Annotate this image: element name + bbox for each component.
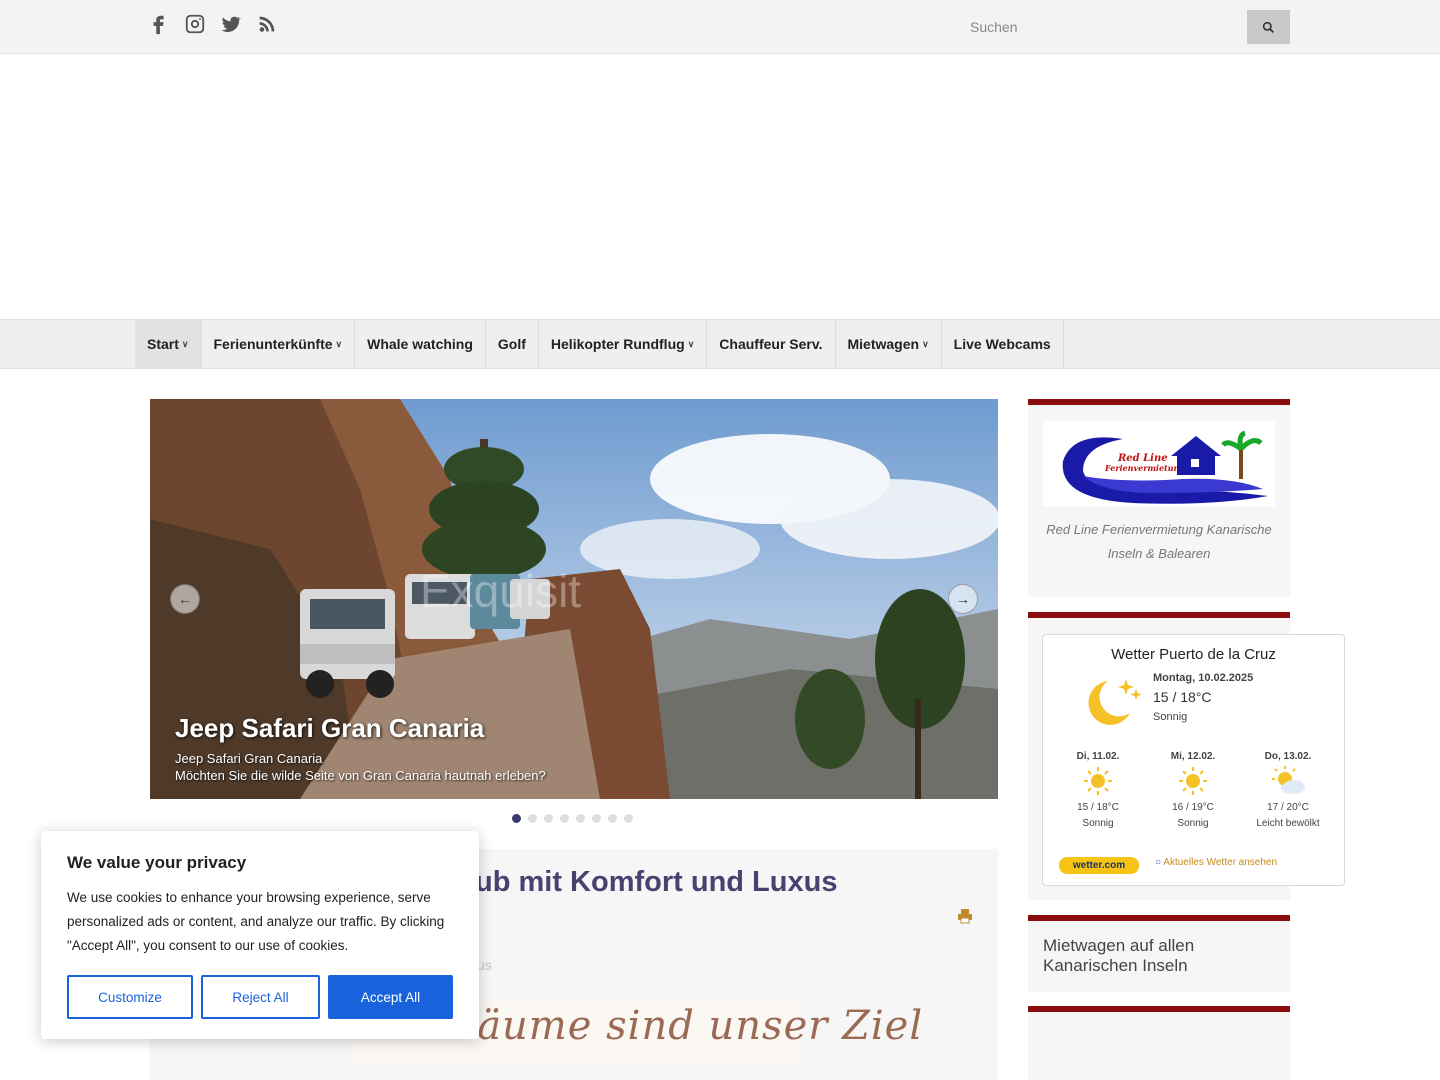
customize-button[interactable]: Customize (67, 975, 193, 1019)
nav-item-start[interactable]: Start ∨ (135, 320, 202, 368)
slide-caption-line2: Möchten Sie die wilde Seite von Gran Can… (175, 768, 546, 783)
forecast-temp: 16 / 19°C (1172, 802, 1214, 813)
nav-item-golf[interactable]: Golf (486, 320, 539, 368)
nav-item-label: Ferienunterkünfte (213, 336, 333, 352)
slider-dot[interactable] (624, 814, 633, 823)
slider-dot[interactable] (560, 814, 569, 823)
forecast-condition: Sonnig (1177, 818, 1209, 829)
forecast-day-label: Do, 13.02. (1264, 751, 1312, 762)
moon-stars-icon (1088, 679, 1142, 725)
slider-dot[interactable] (512, 814, 521, 823)
instagram-icon[interactable] (184, 12, 206, 36)
weather-today-condition: Sonnig (1153, 711, 1188, 723)
print-icon[interactable] (957, 908, 973, 924)
article-title: ub mit Komfort und Luxus (475, 866, 838, 898)
search-icon (1262, 21, 1275, 33)
nav-item-label: Chauffeur Serv. (719, 336, 823, 352)
nav-item-label: Mietwagen (847, 336, 920, 352)
cookie-text: We use cookies to enhance your browsing … (67, 890, 445, 953)
cookie-consent-dialog: We value your privacy We use cookies to … (41, 831, 479, 1039)
search-form (958, 10, 1290, 44)
forecast-day-label: Mi, 12.02. (1170, 751, 1216, 762)
twitter-icon[interactable] (220, 12, 242, 36)
sun-icon (1084, 767, 1112, 795)
chevron-down-icon: ∨ (335, 338, 343, 349)
forecast-day-label: Di, 11.02. (1076, 751, 1120, 762)
weather-link-label: Aktuelles Wetter ansehen (1163, 857, 1278, 868)
forecast-temp: 15 / 18°C (1077, 802, 1119, 813)
slide-title: Jeep Safari Gran Canaria (175, 713, 485, 743)
slider-dot[interactable] (528, 814, 537, 823)
nav-item-whale-watching[interactable]: Whale watching (355, 320, 486, 368)
chevron-down-icon: ∨ (687, 338, 695, 349)
forecast-temp: 17 / 20°C (1267, 802, 1309, 813)
nav-item-label: Golf (497, 336, 526, 352)
slider-next-button[interactable]: → (948, 584, 978, 614)
weather-widget: Wetter Puerto de la Cruz Montag, 10.02.2… (1042, 634, 1345, 886)
nav-item-chauffeur-serv-[interactable]: Chauffeur Serv. (707, 320, 836, 368)
nav-item-label: Live Webcams (953, 336, 1051, 352)
slide-watermark: Exquisit (420, 565, 582, 617)
nav-item-ferienunterkünfte[interactable]: Ferienunterkünfte ∨ (202, 320, 356, 368)
search-input[interactable] (958, 10, 1247, 44)
rss-icon[interactable] (256, 12, 278, 36)
reject-all-button[interactable]: Reject All (201, 975, 320, 1019)
nav-item-label: Start (147, 336, 179, 352)
facebook-icon[interactable] (148, 12, 170, 36)
wetter-com-logo[interactable]: wetter.com (1059, 857, 1139, 874)
top-bar (0, 0, 1440, 54)
slider-dot[interactable] (544, 814, 553, 823)
nav-item-label: Whale watching (367, 336, 473, 352)
arrow-left-icon: ← (178, 591, 192, 607)
chevron-down-icon: ∨ (181, 338, 189, 349)
weather-title: Wetter Puerto de la Cruz (1111, 646, 1276, 663)
search-button[interactable] (1247, 10, 1290, 44)
weather-today-temp: 15 / 18°C (1153, 689, 1212, 705)
main-navigation: Start ∨ Ferienunterkünfte ∨ Whale watching Go… (0, 319, 1440, 369)
nav-item-mietwagen[interactable]: Mietwagen ∨ (836, 320, 942, 368)
nav-item-live-webcams[interactable]: Live Webcams (942, 320, 1064, 368)
sun-icon (1179, 767, 1207, 795)
forecast-condition: Leicht bewölkt (1256, 818, 1320, 829)
mietwagen-title[interactable]: Mietwagen auf allen Kanarischen Inseln (1043, 936, 1263, 976)
logo-caption: Red Line Ferienvermietung Kanarische Ins… (1046, 522, 1272, 561)
nav-item-helikopter-rundflug[interactable]: Helikopter Rundflug ∨ (539, 320, 708, 368)
nav-menu: Start ∨ Ferienunterkünfte ∨ Whale watching Go… (135, 320, 1064, 368)
slider-prev-button[interactable]: ← (170, 584, 200, 614)
social-links (148, 12, 278, 36)
weather-today-date: Montag, 10.02.2025 (1153, 672, 1254, 684)
slider-dot[interactable] (608, 814, 617, 823)
slider-pagination (512, 814, 633, 823)
forecast-condition: Sonnig (1082, 818, 1114, 829)
sidebar-widget-empty (1028, 1006, 1290, 1080)
accept-all-button[interactable]: Accept All (328, 975, 453, 1019)
nav-item-label: Helikopter Rundflug (550, 336, 685, 352)
slider-dot[interactable] (592, 814, 601, 823)
arrow-right-icon: → (956, 591, 970, 607)
svg-text:Ferienvermietung: Ferienvermietung (1104, 463, 1185, 473)
cookie-title: We value your privacy (67, 853, 247, 872)
slide-caption-line1: Jeep Safari Gran Canaria (175, 751, 323, 766)
chevron-down-icon: ∨ (922, 338, 929, 349)
slider-dot[interactable] (576, 814, 585, 823)
partly-cloudy-icon (1272, 766, 1305, 794)
weather-link[interactable]: ○ Aktuelles Wetter ansehen (1155, 857, 1277, 868)
redline-logo[interactable]: Red Line Ferienvermietung (1043, 421, 1275, 506)
